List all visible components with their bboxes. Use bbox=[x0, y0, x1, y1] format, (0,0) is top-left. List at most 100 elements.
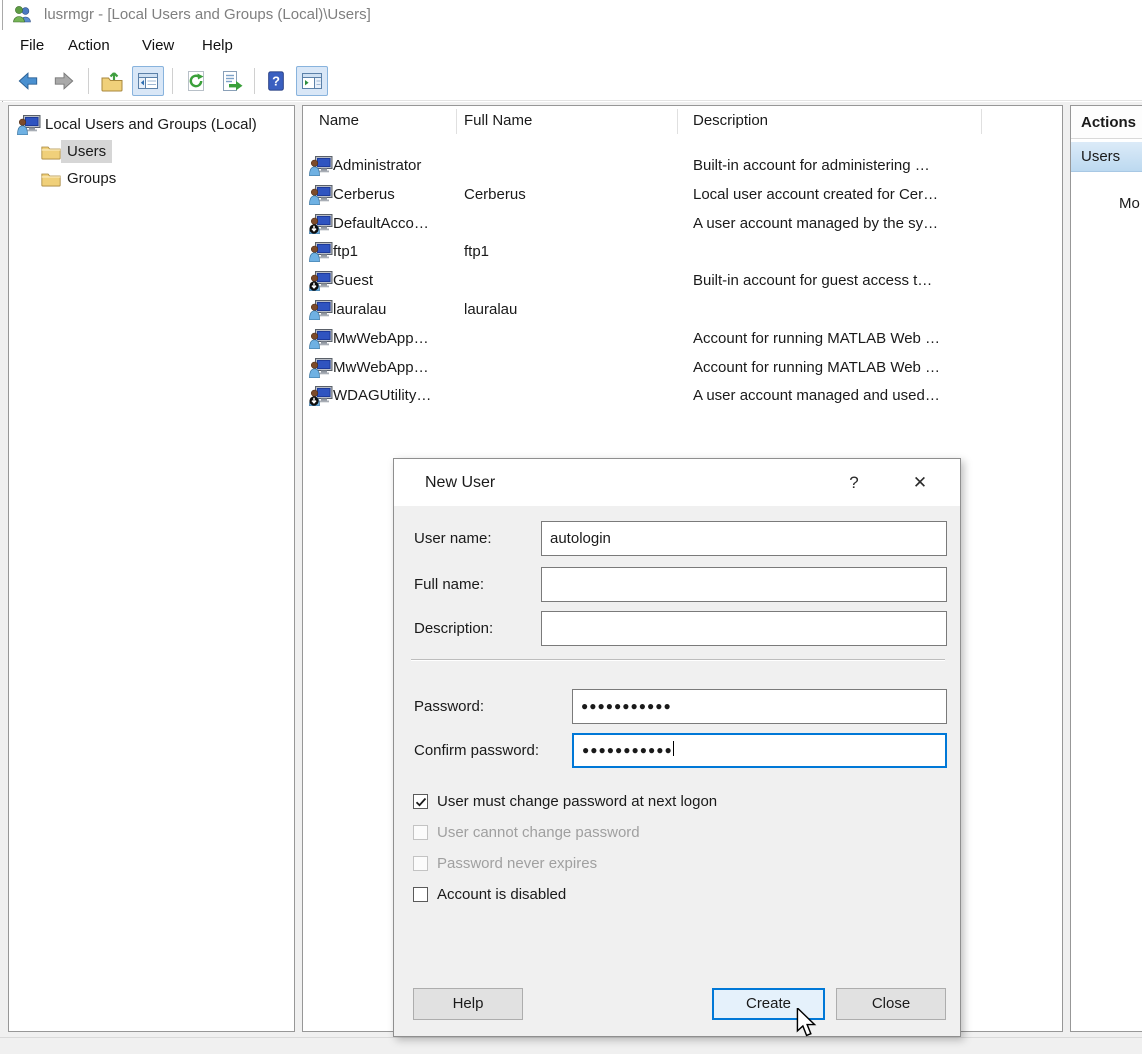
back-button[interactable] bbox=[12, 66, 44, 96]
actions-pane: Actions Users Mo bbox=[1070, 105, 1142, 1032]
dialog-title-bar: New User ? ✕ bbox=[394, 459, 960, 506]
user-name-cell: MwWebApp… bbox=[333, 353, 429, 382]
description-cell: A user account managed and used… bbox=[693, 381, 940, 410]
toolbar bbox=[0, 62, 1142, 101]
toolbar-separator bbox=[88, 68, 89, 94]
tree-item-groups[interactable]: Groups bbox=[9, 167, 294, 191]
user-icon bbox=[309, 358, 333, 378]
export-list-icon bbox=[220, 69, 244, 93]
tree-root-item[interactable]: Local Users and Groups (Local) bbox=[9, 113, 294, 137]
table-row[interactable]: ftp1 ftp1 bbox=[303, 237, 1062, 266]
user-icon bbox=[309, 300, 333, 320]
title-bar: lusrmgr - [Local Users and Groups (Local… bbox=[0, 0, 1142, 30]
tree-users-label: Users bbox=[67, 143, 106, 160]
dialog-title: New User bbox=[425, 459, 495, 506]
user-disabled-icon bbox=[309, 271, 333, 291]
table-row[interactable]: WDAGUtility… A user account managed and … bbox=[303, 381, 1062, 410]
user-name-cell: Cerberus bbox=[333, 180, 395, 209]
up-folder-button[interactable] bbox=[96, 66, 128, 96]
full-name-field[interactable] bbox=[541, 567, 947, 602]
table-row[interactable]: MwWebApp… Account for running MATLAB Web… bbox=[303, 324, 1062, 353]
forward-button[interactable] bbox=[48, 66, 80, 96]
status-bar bbox=[0, 1037, 1142, 1054]
show-console-tree-icon bbox=[136, 69, 160, 93]
close-button[interactable]: Close bbox=[836, 988, 946, 1020]
folder-icon bbox=[41, 171, 61, 187]
menu-view[interactable]: View bbox=[142, 30, 174, 62]
full-name-cell: lauralau bbox=[464, 295, 517, 324]
confirm-password-field[interactable]: ●●●●●●●●●●● bbox=[572, 733, 947, 768]
user-disabled-icon bbox=[309, 386, 333, 406]
user-name-label: User name: bbox=[414, 521, 492, 556]
more-actions-label[interactable]: Mo bbox=[1119, 192, 1140, 216]
checkbox-label: User cannot change password bbox=[437, 823, 640, 843]
full-name-cell: ftp1 bbox=[464, 237, 489, 266]
description-field[interactable] bbox=[541, 611, 947, 646]
user-name-cell: MwWebApp… bbox=[333, 324, 429, 353]
toolbar-separator bbox=[254, 68, 255, 94]
checkbox-checked-icon bbox=[413, 794, 428, 809]
confirm-password-label: Confirm password: bbox=[414, 733, 539, 768]
actions-pane-header: Actions bbox=[1071, 106, 1142, 139]
menu-help[interactable]: Help bbox=[202, 30, 233, 62]
refresh-button[interactable] bbox=[180, 66, 212, 96]
column-separator[interactable] bbox=[456, 109, 457, 134]
checkbox-label: Password never expires bbox=[437, 854, 597, 874]
checkbox-unchecked-icon bbox=[413, 825, 428, 840]
tree-item-users[interactable]: Users bbox=[9, 140, 294, 164]
table-row[interactable]: Cerberus Cerberus Local user account cre… bbox=[303, 180, 1062, 209]
show-action-pane-icon bbox=[300, 69, 324, 93]
up-folder-icon bbox=[100, 69, 124, 93]
password-label: Password: bbox=[414, 689, 484, 724]
export-list-button[interactable] bbox=[216, 66, 248, 96]
user-icon bbox=[309, 329, 333, 349]
toolbar-separator bbox=[172, 68, 173, 94]
password-field[interactable]: ●●●●●●●●●●● bbox=[572, 689, 947, 724]
column-header-description[interactable]: Description bbox=[693, 106, 768, 136]
table-row[interactable]: DefaultAcco… A user account managed by t… bbox=[303, 209, 1062, 238]
computer-user-icon bbox=[17, 115, 41, 135]
window-title: lusrmgr - [Local Users and Groups (Local… bbox=[44, 0, 371, 30]
checkbox-unchecked-icon bbox=[413, 887, 428, 902]
text-caret bbox=[673, 741, 674, 756]
show-console-tree-button[interactable] bbox=[132, 66, 164, 96]
user-name-cell: Guest bbox=[333, 266, 373, 295]
user-disabled-icon bbox=[309, 214, 333, 234]
show-action-pane-button[interactable] bbox=[296, 66, 328, 96]
menu-bar: File Action View Help bbox=[0, 30, 1142, 62]
user-name-cell: DefaultAcco… bbox=[333, 209, 429, 238]
user-icon bbox=[309, 242, 333, 262]
description-cell: Local user account created for Cer… bbox=[693, 180, 938, 209]
user-name-field[interactable]: autologin bbox=[541, 521, 947, 556]
help-dialog-button[interactable]: Help bbox=[413, 988, 523, 1020]
tree-root-label: Local Users and Groups (Local) bbox=[45, 113, 257, 137]
help-button[interactable] bbox=[260, 66, 292, 96]
dialog-close-icon[interactable]: ✕ bbox=[909, 459, 931, 506]
new-user-dialog: New User ? ✕ User name: autologin Full n… bbox=[393, 458, 961, 1037]
menu-file[interactable]: File bbox=[20, 30, 44, 62]
description-cell: Account for running MATLAB Web … bbox=[693, 324, 940, 353]
menu-action[interactable]: Action bbox=[68, 30, 110, 62]
table-row[interactable]: Administrator Built-in account for admin… bbox=[303, 151, 1062, 180]
dialog-help-icon[interactable]: ? bbox=[843, 459, 865, 506]
description-label: Description: bbox=[414, 611, 493, 646]
full-name-cell: Cerberus bbox=[464, 180, 526, 209]
mouse-cursor bbox=[795, 1008, 817, 1038]
dialog-separator bbox=[411, 659, 945, 661]
actions-users-item[interactable]: Users bbox=[1071, 142, 1142, 172]
column-header-name[interactable]: Name bbox=[319, 106, 359, 136]
user-icon bbox=[309, 156, 333, 176]
user-name-cell: lauralau bbox=[333, 295, 386, 324]
table-row[interactable]: MwWebApp… Account for running MATLAB Web… bbox=[303, 353, 1062, 382]
column-separator[interactable] bbox=[677, 109, 678, 134]
full-name-label: Full name: bbox=[414, 567, 484, 602]
column-header-full-name[interactable]: Full Name bbox=[464, 106, 532, 136]
folder-icon bbox=[41, 144, 61, 160]
user-name-cell: ftp1 bbox=[333, 237, 358, 266]
check-mark-icon bbox=[415, 796, 427, 808]
user-name-cell: WDAGUtility… bbox=[333, 381, 431, 410]
table-row[interactable]: lauralau lauralau bbox=[303, 295, 1062, 324]
table-row[interactable]: Guest Built-in account for guest access … bbox=[303, 266, 1062, 295]
checkbox-label: Account is disabled bbox=[437, 885, 566, 905]
column-separator[interactable] bbox=[981, 109, 982, 134]
